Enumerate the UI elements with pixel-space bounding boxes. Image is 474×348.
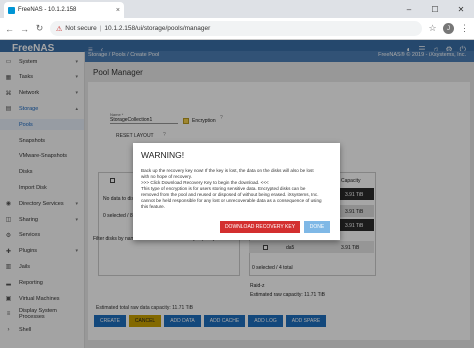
window-controls: – ☐ ✕: [396, 0, 474, 18]
browser-tab[interactable]: FreeNAS - 10.1.2.158 ×: [4, 2, 124, 18]
warning-icon: ⚠: [56, 25, 63, 33]
url-input[interactable]: ⚠ Not secure | 10.1.2.158/ui/storage/poo…: [50, 21, 422, 36]
dialog-body: Back up the recovery key now! If the key…: [141, 168, 335, 210]
dialog-line: cannot be held responsible for any lost …: [141, 198, 322, 203]
maximize-icon[interactable]: ☐: [422, 0, 448, 18]
dialog-line: this feature.: [141, 204, 166, 209]
address-bar: ← → ↻ ⚠ Not secure | 10.1.2.158/ui/stora…: [0, 18, 474, 40]
star-icon[interactable]: ☆: [428, 23, 437, 34]
download-recovery-key-button[interactable]: DOWNLOAD RECOVERY KEY: [220, 221, 300, 233]
profile-avatar[interactable]: J: [443, 23, 454, 34]
menu-icon[interactable]: ⋮: [460, 23, 469, 34]
minimize-icon[interactable]: –: [396, 0, 422, 18]
url-text: 10.1.2.158/ui/storage/pools/manager: [104, 25, 211, 32]
dialog-title: WARNING!: [141, 150, 185, 160]
close-window-icon[interactable]: ✕: [448, 0, 474, 18]
security-label: Not secure: [65, 25, 97, 32]
forward-icon[interactable]: →: [20, 24, 29, 34]
tab-title: FreeNAS - 10.1.2.158: [18, 7, 77, 13]
url-separator: |: [99, 25, 102, 32]
tab-close-icon[interactable]: ×: [116, 7, 120, 14]
freenas-favicon-icon: [8, 6, 15, 14]
done-button[interactable]: DONE: [304, 221, 330, 233]
reload-icon[interactable]: ↻: [35, 23, 44, 34]
back-icon[interactable]: ←: [5, 24, 14, 34]
